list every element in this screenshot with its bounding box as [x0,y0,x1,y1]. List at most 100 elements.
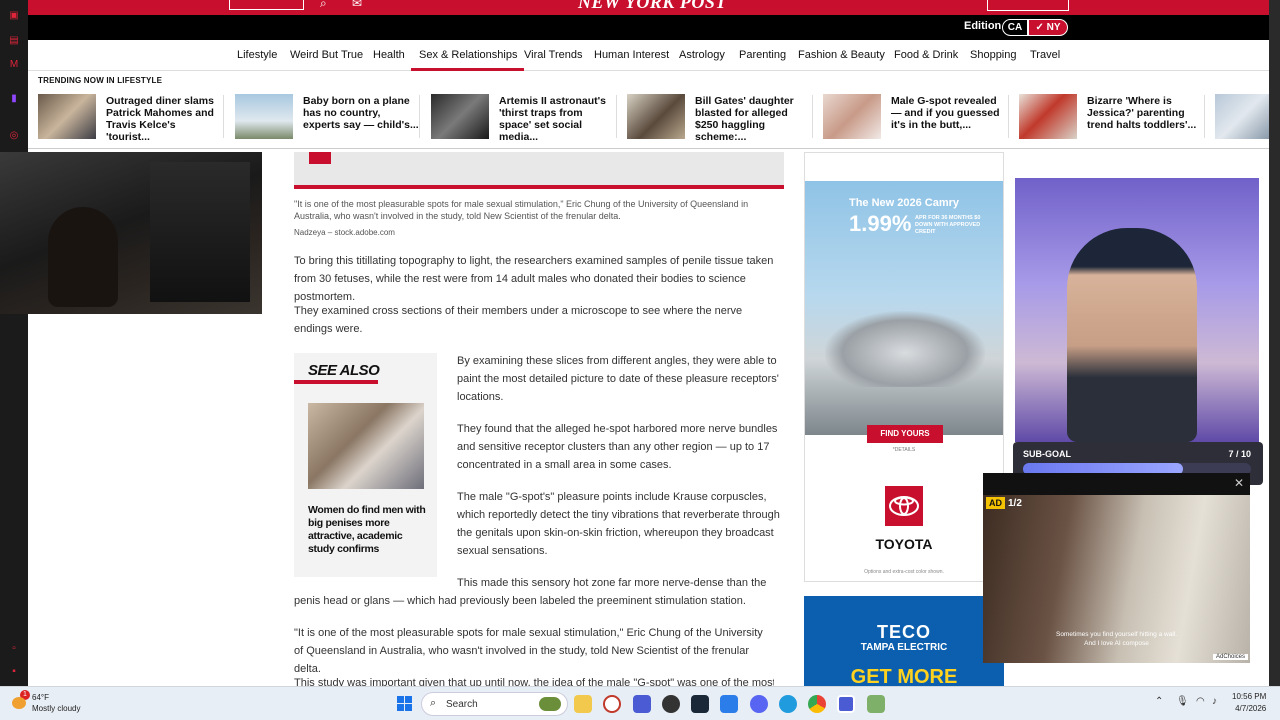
nav-item-shopping[interactable]: Shopping [970,49,1017,61]
trending-card[interactable]: Outraged diner slams Patrick Mahomes and… [38,94,228,143]
video-subtitle-line: Sometimes you find yourself hitting a wa… [1055,631,1178,638]
discord-icon[interactable] [750,695,768,713]
nav-item-lifestyle[interactable]: Lifestyle [237,49,277,61]
see-also-box[interactable]: SEE ALSO Women do find men with big peni… [294,353,437,577]
article-paragraph: "It is one of the most pleasurable spots… [294,627,763,675]
ad-badge: AD [986,497,1005,509]
volume-icon[interactable]: ♪ [1212,696,1217,707]
ad-fineprint: Options and extra-cost color shown. [864,569,944,575]
search-icon: ⌕ [430,697,437,709]
article-paragraph: This made this sensory hot zone far more… [294,577,767,607]
edition-bar [28,15,1269,40]
see-also-image[interactable] [308,403,424,489]
trending-card[interactable]: Male G-spot revealed — and if you guesse… [823,94,1013,140]
section-nav: Lifestyle Weird But True Health Sex & Re… [28,40,1269,71]
trending-card[interactable]: Bizarre 'Where is Jessica?' parenting tr… [1019,94,1209,140]
opera-icon[interactable] [603,695,621,713]
start-icon[interactable] [397,696,413,712]
notepad-icon[interactable] [720,695,738,713]
clock[interactable]: 10:56 PM 4/7/2026 [1232,691,1266,715]
app-v-active-icon[interactable] [837,695,855,713]
streamer-figure [1067,228,1197,442]
camry-ad[interactable]: The New 2026 Camry 1.99% APR FOR 36 MONT… [804,152,1004,582]
video-subtitle-line: And I love AI compose [1084,640,1149,647]
weather-widget[interactable]: 64°F Mostly cloudy [32,692,80,714]
sidebar-app-icon[interactable]: ▤ [8,35,20,47]
see-also-title: SEE ALSO [308,362,380,379]
trending-card[interactable]: Artemis II astronaut's 'thirst traps fro… [431,94,621,143]
app-v-icon[interactable] [633,695,651,713]
nav-item-travel[interactable]: Travel [1030,49,1060,61]
search-icon[interactable]: ⌕ [320,0,327,11]
nav-item-weird-but-true[interactable]: Weird But True [290,49,363,61]
toyota-wordmark: TOYOTA [875,536,933,552]
article-paragraph: They examined cross sections of their me… [294,305,743,335]
article-paragraph: This study was important given that up u… [294,677,774,686]
chrome-icon[interactable] [808,695,826,713]
teco-ad[interactable]: TECO TAMPA ELECTRIC GET MORE [804,596,1004,690]
taskbar-search[interactable]: ⌕ Search [421,692,568,716]
twitch-icon[interactable]: ▮ [8,93,20,105]
search-highlight-icon [539,697,561,711]
nav-item-health[interactable]: Health [373,49,405,61]
trending-thumbnail [431,94,489,139]
search-label: Search [446,699,478,710]
trending-thumbnail [1019,94,1077,139]
mail-icon[interactable]: ✉ [352,0,362,10]
trending-card[interactable] [1215,94,1269,140]
file-explorer-icon[interactable] [574,695,592,713]
trending-card[interactable]: Bill Gates' daughter blasted for alleged… [627,94,817,143]
steam-icon[interactable] [691,695,709,713]
close-icon[interactable]: ✕ [1234,476,1244,490]
site-logo[interactable]: NEW YORK POST [578,0,727,13]
nav-item-food-drink[interactable]: Food & Drink [894,49,958,61]
weather-icon[interactable] [12,697,26,709]
image-caption: "It is one of the most pleasurable spots… [294,199,749,221]
trending-headline[interactable]: Artemis II astronaut's 'thirst traps fro… [499,95,615,143]
nav-item-viral-trends[interactable]: Viral Trends [524,49,583,61]
trending-headline[interactable]: Baby born on a plane has no country, exp… [303,95,419,131]
trending-headline[interactable]: Bill Gates' daughter blasted for alleged… [695,95,811,143]
divider [616,95,617,138]
trending-thumbnail [235,94,293,139]
sidebar-app-icon[interactable]: ▫ [8,643,20,655]
sidebar-app-icon[interactable]: ▣ [8,10,20,22]
nav-item-parenting[interactable]: Parenting [739,49,786,61]
divider [419,95,420,138]
nav-item-sex-relationships[interactable]: Sex & Relationships [411,49,525,71]
find-yours-button[interactable]: FIND YOURS [867,425,943,443]
weather-condition: Mostly cloudy [32,704,81,713]
edge-icon[interactable] [779,695,797,713]
nav-item-fashion-beauty[interactable]: Fashion & Beauty [798,49,885,61]
trending-headline[interactable]: Male G-spot revealed — and if you guesse… [891,95,1007,131]
edition-ca-button[interactable]: CA [1002,19,1028,36]
chevron-up-icon[interactable]: ⌃ [1155,696,1163,707]
scrollbar[interactable] [1269,0,1280,690]
wifi-icon[interactable]: ◠ [1196,696,1205,707]
image-credit: Nadzeya – stock.adobe.com [294,228,395,237]
edition-ny-button[interactable]: ✓ NY [1028,19,1068,36]
weather-temp: 64°F [32,693,49,702]
trending-headline[interactable]: Outraged diner slams Patrick Mahomes and… [106,95,222,143]
gmail-icon[interactable]: M [8,59,20,71]
subscribe-button[interactable] [987,0,1069,11]
adchoices-link[interactable]: AdChoices [1212,654,1248,660]
see-also-headline[interactable]: Women do find men with big penises more … [308,504,426,556]
article-paragraph: To bring this titillating topography to … [294,255,774,303]
ad-headline: The New 2026 Camry [848,197,960,209]
microphone-icon[interactable]: 🎙 [1176,696,1189,707]
snipping-tool-icon[interactable] [867,695,885,713]
menu-button[interactable] [229,0,304,10]
video-ad[interactable]: ✕ AD 1/2 Sometimes you find yourself hit… [983,473,1250,663]
trending-card[interactable]: Baby born on a plane has no country, exp… [235,94,425,140]
divider [1204,95,1205,138]
sidebar-app-icon[interactable]: ◎ [8,130,20,142]
divider [28,148,1269,149]
sidebar-app-icon[interactable]: ▪ [8,666,20,678]
trending-headline[interactable]: Bizarre 'Where is Jessica?' parenting tr… [1087,95,1203,131]
ad-details[interactable]: *DETAILS [805,447,1003,453]
nav-item-astrology[interactable]: Astrology [679,49,725,61]
windows-taskbar: 1 64°F Mostly cloudy ⌕ Search ⌃ 🎙 ◠ ♪ 10… [0,686,1280,720]
obs-icon[interactable] [662,695,680,713]
nav-item-human-interest[interactable]: Human Interest [594,49,669,61]
